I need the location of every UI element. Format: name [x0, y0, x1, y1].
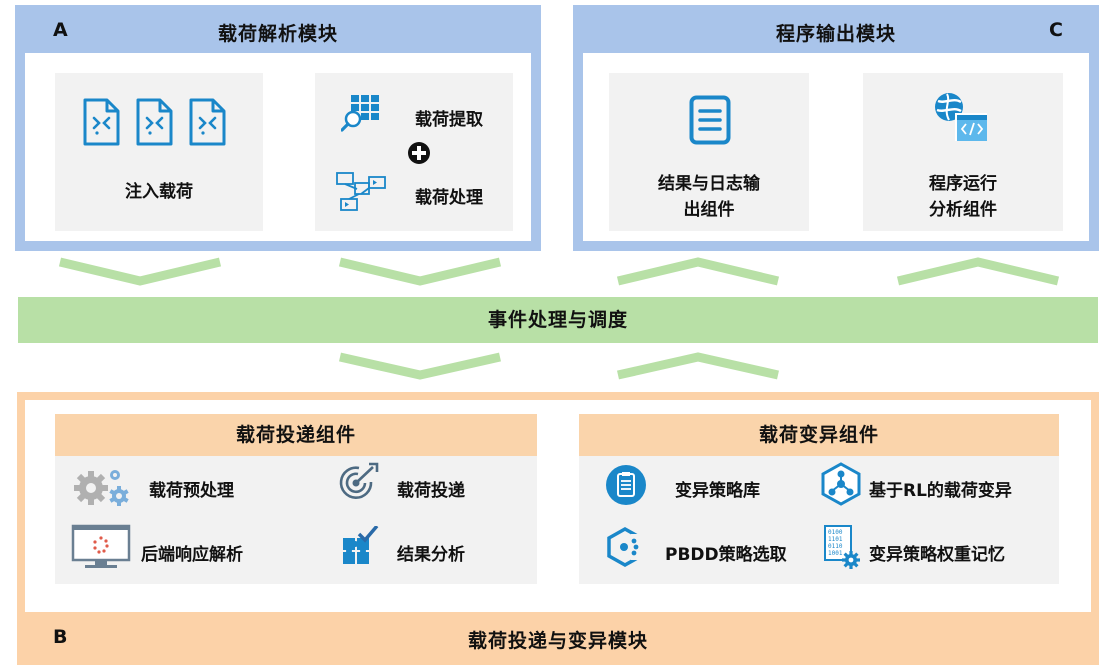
rl-mutation-label: 基于RL的载荷变异: [869, 481, 1012, 501]
delivery-component-header: 载荷投递组件: [55, 414, 537, 456]
mutation-component-body: 变异策略库 基于RL的载荷变异 PBDD策略选取 0100 1101 0110 …: [579, 456, 1059, 584]
event-dispatch-band: 事件处理与调度: [18, 297, 1098, 343]
runtime-analysis-label-line2: 分析组件: [929, 200, 997, 220]
svg-text:0110: 0110: [828, 543, 843, 550]
delivery-component-body: 载荷预处理 载荷投递 后端响应解析 结果分析: [55, 456, 537, 584]
extract-payload-label: 载荷提取: [415, 110, 483, 130]
runtime-analysis-card: 程序运行 分析组件: [863, 73, 1063, 231]
module-a: A 载荷解析模块 注入载荷 载荷提取 载荷处理: [15, 5, 541, 251]
svg-text:1001: 1001: [828, 550, 843, 557]
arrow-down-a-right: [338, 257, 502, 286]
payload-preprocess-label: 载荷预处理: [149, 481, 234, 501]
gears-icon: [71, 466, 131, 508]
module-a-title: 载荷解析模块: [217, 23, 338, 45]
process-flow-icon: [335, 171, 387, 213]
mutation-strategy-library-label: 变异策略库: [675, 481, 760, 501]
extract-process-card: 载荷提取 载荷处理: [315, 73, 513, 231]
module-c-letter: C: [1049, 19, 1063, 41]
event-dispatch-title: 事件处理与调度: [487, 309, 628, 331]
result-log-card: 结果与日志输 出组件: [609, 73, 809, 231]
arrow-up-c-right: [896, 257, 1060, 286]
clipboard-list-icon: [605, 464, 647, 506]
module-c-body: 结果与日志输 出组件 程序运行 分析组件: [583, 53, 1089, 241]
payload-delivery-label: 载荷投递: [397, 481, 465, 501]
result-log-label-line2: 出组件: [683, 200, 735, 220]
payload-files-icon: [81, 97, 231, 147]
mutation-component-header: 载荷变异组件: [579, 414, 1059, 456]
svg-text:0100: 0100: [828, 529, 843, 536]
module-a-body: 注入载荷 载荷提取 载荷处理: [25, 53, 531, 241]
target-icon: [337, 462, 381, 504]
document-icon: [689, 95, 731, 145]
module-b-body: 载荷投递组件 载荷预处理 载荷投递 后端响应解析 结果分析 载荷变异组件 变异策…: [25, 400, 1091, 612]
hexagon-dots-icon: [605, 526, 645, 568]
result-analysis-label: 结果分析: [397, 545, 465, 565]
code-globe-icon: [933, 91, 991, 147]
flow-arrows-lower: [339, 352, 779, 380]
module-c: 程序输出模块 C 结果与日志输 出组件 程序运行 分析组件: [573, 5, 1099, 251]
arrow-down-a-left: [58, 257, 222, 286]
plus-icon: [407, 141, 431, 165]
arrow-up-c-left: [616, 257, 780, 286]
puzzle-check-icon: [339, 526, 379, 568]
process-payload-label: 载荷处理: [415, 188, 483, 208]
module-b-title: 载荷投递与变异模块: [467, 630, 648, 652]
grid-search-icon: [341, 93, 381, 133]
module-b: 载荷投递组件 载荷预处理 载荷投递 后端响应解析 结果分析 载荷变异组件 变异策…: [17, 392, 1099, 665]
arrow-down-b: [339, 352, 501, 380]
inject-payload-label: 注入载荷: [125, 182, 193, 202]
module-c-title: 程序输出模块: [775, 23, 896, 45]
weight-memory-label: 变异策略权重记忆: [869, 545, 1005, 565]
pbdd-strategy-label: PBDD策略选取: [665, 545, 787, 565]
svg-text:1101: 1101: [828, 536, 843, 543]
arrow-up-b: [617, 352, 779, 380]
inject-payload-card: 注入载荷: [55, 73, 263, 231]
network-hexagon-icon: [819, 462, 863, 506]
result-log-label-line1: 结果与日志输: [658, 174, 760, 194]
binary-data-icon: 0100 1101 0110 1001: [823, 524, 861, 570]
runtime-analysis-label-line1: 程序运行: [929, 174, 997, 194]
backend-response-label: 后端响应解析: [141, 545, 243, 565]
flow-arrows-upper: [58, 257, 1060, 286]
monitor-loading-icon: [71, 524, 133, 570]
